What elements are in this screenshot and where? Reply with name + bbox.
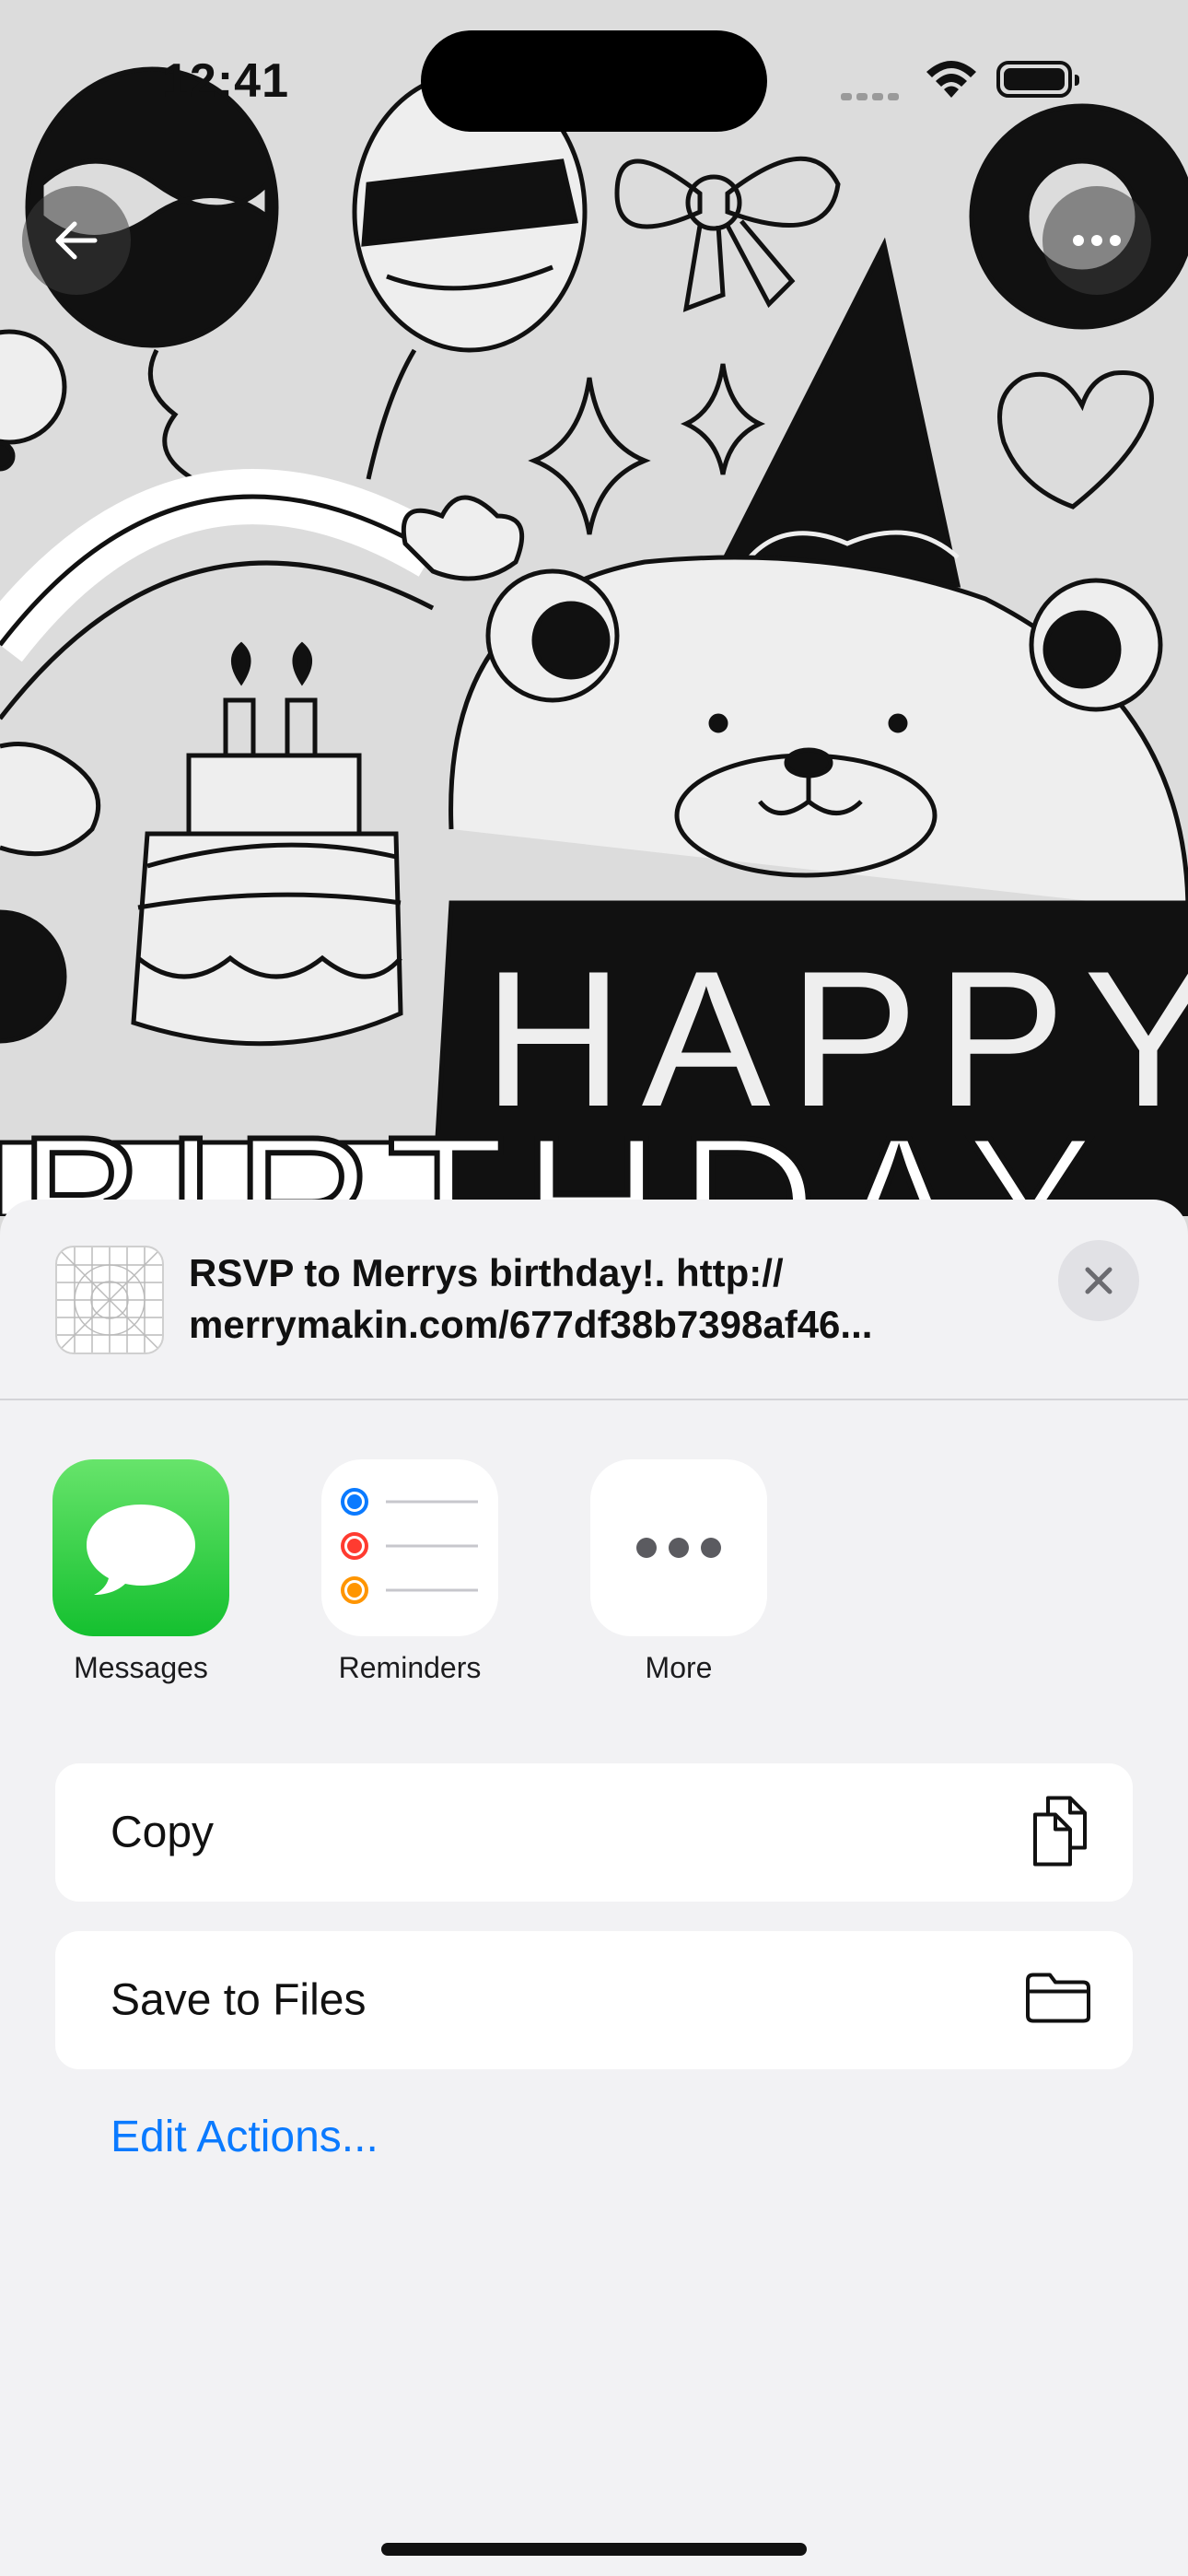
share-app-label: Messages (74, 1651, 208, 1684)
ellipsis-icon (590, 1459, 767, 1636)
save-to-files-action[interactable]: Save to Files (55, 1931, 1133, 2069)
cellular-signal-icon (841, 88, 903, 105)
edit-actions-link[interactable]: Edit Actions... (111, 2112, 379, 2162)
link-preview-line-2: merrymakin.com/677df38b7398af46... (189, 1303, 873, 1346)
home-indicator[interactable] (381, 2543, 807, 2556)
messages-icon (52, 1459, 229, 1636)
copy-action-label: Copy (111, 1808, 215, 1857)
link-preview-thumbnail (55, 1246, 164, 1354)
birthday-illustration: HAPPY BIRTHDAY (0, 66, 1188, 1216)
ellipsis-icon (1073, 235, 1121, 246)
share-sheet-header: RSVP to Merrys birthday!. http:// merrym… (0, 1200, 1188, 1400)
battery-icon (996, 61, 1079, 98)
folder-icon (1024, 1972, 1092, 2030)
link-preview-text: RSVP to Merrys birthday!. http:// merrym… (189, 1247, 999, 1351)
save-to-files-action-label: Save to Files (111, 1975, 367, 2025)
copy-action[interactable]: Copy (55, 1763, 1133, 1902)
back-button[interactable] (22, 186, 131, 295)
share-app-more[interactable]: More (587, 1459, 771, 1685)
share-app-reminders[interactable]: Reminders (318, 1459, 502, 1685)
share-app-messages[interactable]: Messages (49, 1459, 233, 1685)
birthday-card-image: HAPPY BIRTHDAY (0, 0, 1188, 1216)
share-app-label: Reminders (338, 1651, 482, 1684)
xmark-icon (1085, 1267, 1112, 1294)
wifi-icon (921, 57, 982, 106)
reminders-icon (321, 1459, 498, 1636)
share-app-row: Messages Reminders More (0, 1459, 1188, 1699)
arrow-left-icon (55, 221, 98, 260)
link-preview-line-1: RSVP to Merrys birthday!. http:// (189, 1251, 784, 1294)
copy-icon (1028, 1793, 1092, 1873)
share-sheet: RSVP to Merrys birthday!. http:// merrym… (0, 1200, 1188, 2576)
status-time: 12:41 (162, 54, 289, 108)
share-app-label: More (645, 1651, 713, 1684)
close-button[interactable] (1058, 1240, 1139, 1321)
dynamic-island (421, 30, 767, 132)
more-options-button[interactable] (1042, 186, 1151, 295)
banner-text-birthday: BIRTHDAY (18, 1096, 1111, 1216)
